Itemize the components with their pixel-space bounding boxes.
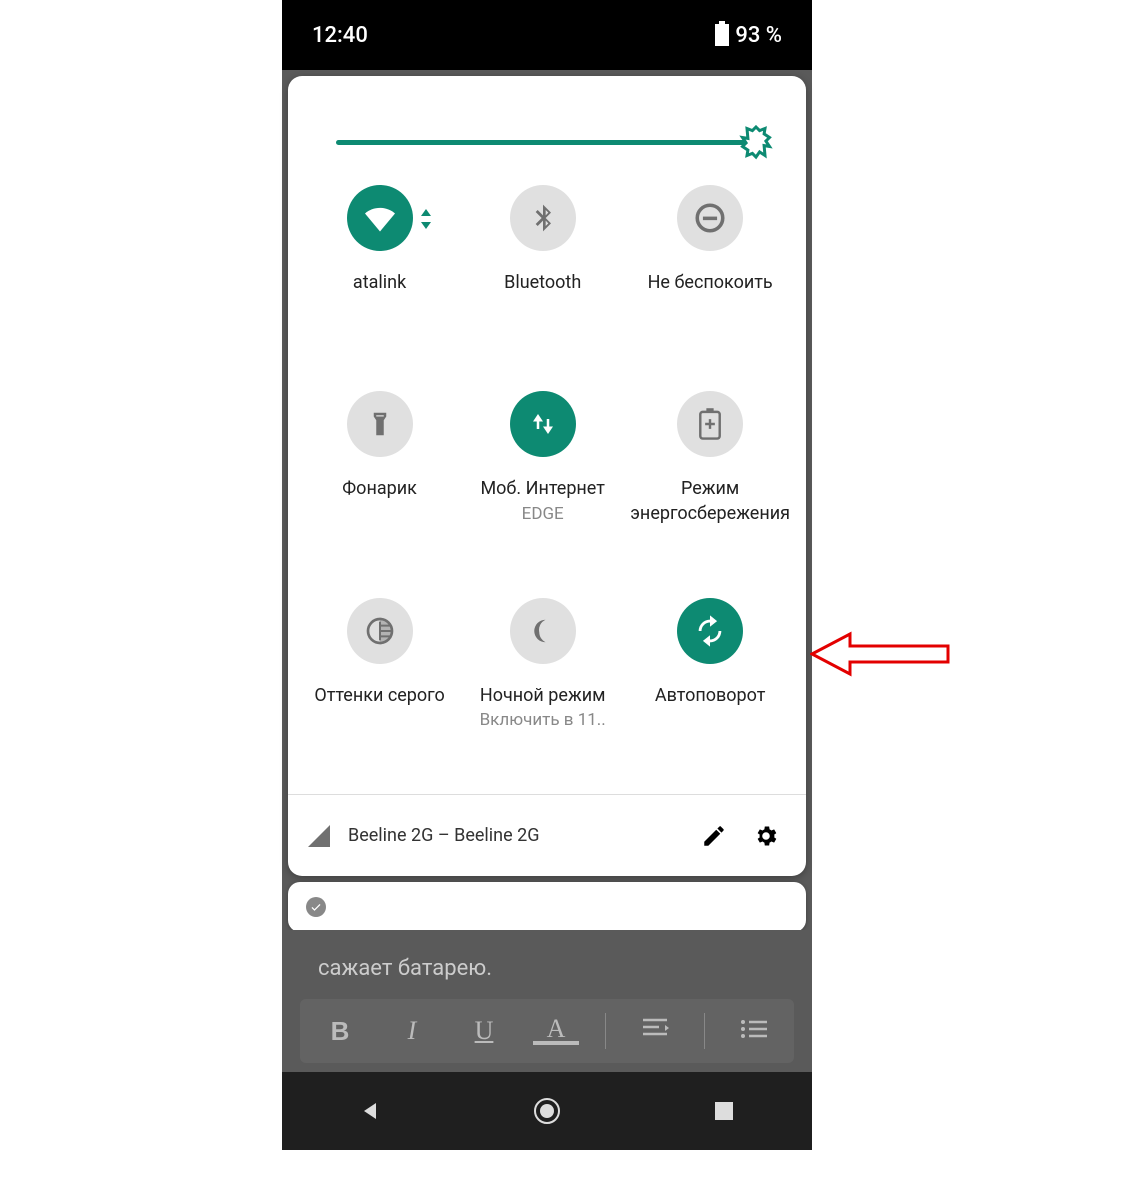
- tile-autorotate-label: Автоповорот: [649, 684, 772, 708]
- bold-button[interactable]: B: [317, 1016, 363, 1047]
- italic-button[interactable]: I: [389, 1016, 435, 1046]
- mobile-data-icon: [510, 391, 576, 457]
- brightness-slider[interactable]: [288, 76, 806, 165]
- tile-grayscale[interactable]: Оттенки серого: [298, 598, 461, 774]
- battery-percent: 93 %: [735, 23, 782, 48]
- tile-night-mode-sublabel: Включить в 11..: [480, 710, 606, 730]
- tiles-grid: atalink Bluetooth Не беспокоить Фонарик: [288, 165, 806, 794]
- tile-mobile-data-sublabel: EDGE: [522, 504, 564, 524]
- tile-bluetooth[interactable]: Bluetooth: [461, 185, 624, 361]
- list-button[interactable]: [731, 1016, 777, 1046]
- tile-dnd[interactable]: Не беспокоить: [624, 185, 796, 361]
- tile-grayscale-label: Оттенки серого: [308, 684, 451, 708]
- tile-battery-saver[interactable]: Режим энергосбережения: [624, 391, 796, 567]
- wifi-icon: [347, 185, 413, 251]
- tile-battery-saver-label: Режим энергосбережения: [624, 477, 796, 526]
- edit-button[interactable]: [694, 816, 734, 856]
- annotation-arrow: [810, 624, 950, 684]
- tile-night-mode-label: Ночной режим: [474, 684, 612, 708]
- wifi-expand-icon[interactable]: [420, 209, 432, 233]
- status-time: 12:40: [312, 23, 368, 48]
- quick-settings-panel: atalink Bluetooth Не беспокоить Фонарик: [288, 76, 806, 876]
- grayscale-icon: [347, 598, 413, 664]
- nav-recent-button[interactable]: [704, 1091, 744, 1131]
- tile-flashlight-label: Фонарик: [336, 477, 423, 501]
- autorotate-icon: [677, 598, 743, 664]
- tile-autorotate[interactable]: Автоповорот: [624, 598, 796, 774]
- background-text: сажает батарею.: [282, 930, 812, 991]
- format-toolbar: B I U A: [300, 999, 794, 1063]
- settings-button[interactable]: [746, 816, 786, 856]
- toolbar-divider: [704, 1013, 705, 1049]
- night-mode-icon: [510, 598, 576, 664]
- nav-back-button[interactable]: [350, 1091, 390, 1131]
- battery-saver-icon: [677, 391, 743, 457]
- brightness-thumb-icon[interactable]: [738, 124, 774, 160]
- tile-night-mode[interactable]: Ночной режим Включить в 11..: [461, 598, 624, 774]
- nav-home-button[interactable]: [527, 1091, 567, 1131]
- toolbar-divider: [605, 1013, 606, 1049]
- qs-footer: Beeline 2G – Beeline 2G: [288, 794, 806, 876]
- navigation-bar: [282, 1072, 812, 1150]
- tile-wifi-label: atalink: [347, 271, 412, 295]
- tile-mobile-data[interactable]: Моб. Интернет EDGE: [461, 391, 624, 567]
- phone-frame: 12:40 93 % atalink: [282, 0, 812, 1150]
- tile-bluetooth-label: Bluetooth: [498, 271, 587, 295]
- tile-mobile-data-label: Моб. Интернет: [474, 477, 610, 501]
- bluetooth-icon: [510, 185, 576, 251]
- text-color-button[interactable]: A: [533, 1017, 579, 1044]
- tile-wifi[interactable]: atalink: [298, 185, 461, 361]
- signal-icon: [308, 825, 330, 847]
- tile-dnd-label: Не беспокоить: [642, 271, 779, 295]
- notification-card[interactable]: [288, 882, 806, 932]
- tile-flashlight[interactable]: Фонарик: [298, 391, 461, 567]
- notification-badge-icon: [306, 897, 326, 917]
- brightness-track: [336, 140, 758, 145]
- carrier-label: Beeline 2G – Beeline 2G: [348, 825, 682, 846]
- dnd-icon: [677, 185, 743, 251]
- flashlight-icon: [347, 391, 413, 457]
- battery-icon: [715, 24, 729, 46]
- underline-button[interactable]: U: [461, 1016, 507, 1046]
- status-bar: 12:40 93 %: [282, 0, 812, 70]
- align-button[interactable]: [632, 1016, 678, 1046]
